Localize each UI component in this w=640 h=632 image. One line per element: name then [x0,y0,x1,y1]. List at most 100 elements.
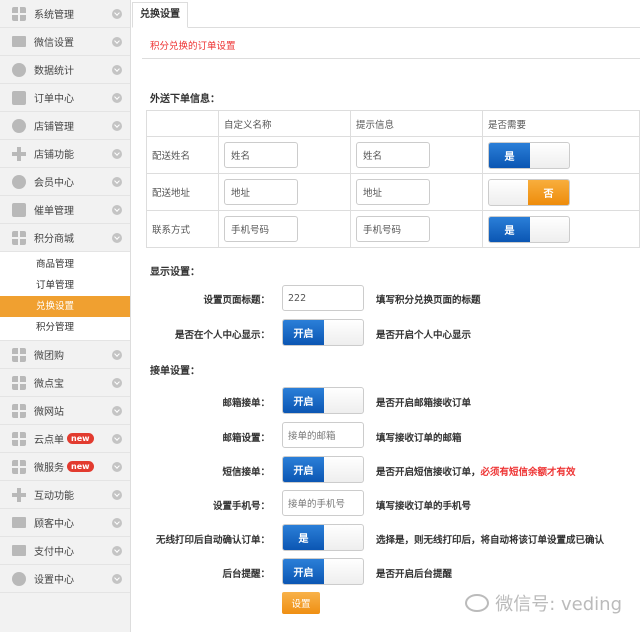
sidebar-item-cloud-order[interactable]: 云点单 new [0,425,130,453]
hint-input[interactable]: 姓名 [356,142,430,168]
toggle-on-label: 是 [283,525,324,550]
chevron-down-icon [112,490,122,500]
table-header: 是否需要 [482,110,640,137]
row-label: 配送姓名 [146,136,219,174]
sidebar-item-shop-functions[interactable]: 店铺功能 [0,140,130,168]
grid-icon [12,6,26,21]
email-order-toggle[interactable]: 开启 [282,387,364,414]
divider [142,58,640,59]
chevron-down-icon [112,406,122,416]
submenu-item-exchange-settings[interactable]: 兑换设置 [0,296,130,317]
toggle-on-label: 是 [489,216,530,242]
page-subtitle: 积分兑换的订单设置 [150,41,236,52]
toggle-on-label: 开启 [283,559,324,584]
wireless-print-label: 无线打印后自动确认订单： [155,535,270,546]
grid-icon [12,375,26,390]
row-label: 联系方式 [146,210,219,248]
show-in-center-help: 是否开启个人中心显示 [376,330,472,341]
grid-icon [12,459,26,474]
sidebar-item-dianbao[interactable]: 微点宝 [0,369,130,397]
table-row: 配送地址 地址 地址 否 [146,173,640,211]
chevron-down-icon [112,378,122,388]
sidebar-item-website[interactable]: 微网站 [0,397,130,425]
sidebar-item-customers[interactable]: 顾客中心 [0,509,130,537]
sidebar-item-settings[interactable]: 设置中心 [0,565,130,593]
show-in-center-toggle[interactable]: 开启 [282,319,364,346]
backend-reminder-toggle[interactable]: 开启 [282,558,364,585]
chevron-down-icon [112,462,122,472]
plus-icon [12,146,26,161]
table-cell: 是 [482,210,640,248]
save-button[interactable]: 设置 [282,592,320,614]
sidebar-item-orders[interactable]: 订单中心 [0,84,130,112]
sidebar-item-wechat[interactable]: 微信设置 [0,28,130,56]
new-badge: new [67,433,94,444]
sms-order-help-text: 是否开启短信接收订单， [376,467,481,478]
chevron-down-icon [112,9,122,19]
wireless-print-toggle[interactable]: 是 [282,524,364,551]
required-toggle[interactable]: 是 [488,215,570,243]
sidebar-item-members[interactable]: 会员中心 [0,168,130,196]
name-input[interactable]: 姓名 [224,142,298,168]
sms-order-warning: 必须有短信余额才有效 [480,467,576,478]
sidebar-item-group-buy[interactable]: 微团购 [0,341,130,369]
toggle-on-label: 开启 [283,320,324,345]
chevron-down-icon [112,149,122,159]
sms-order-help: 是否开启短信接收订单，必须有短信余额才有效 [376,464,576,478]
email-setting-input[interactable]: 接单的邮箱 [282,422,364,448]
mail-icon [12,36,26,47]
watermark-text: 微信号: veding [495,594,622,615]
table-row: 配送姓名 姓名 姓名 是 [146,136,640,174]
table-cell: 姓名 [350,136,483,174]
page-title-input[interactable]: 222 [282,285,364,311]
sidebar-item-system[interactable]: 系统管理 [0,0,130,28]
grid-icon [12,431,26,446]
sidebar-item-stats[interactable]: 数据统计 [0,56,130,84]
sidebar-item-micro-service[interactable]: 微服务 new [0,453,130,481]
table-cell: 否 [482,173,640,211]
sidebar-item-interactive[interactable]: 互动功能 [0,481,130,509]
sidebar-item-reminders[interactable]: 催单管理 [0,196,130,224]
name-input[interactable]: 地址 [224,179,298,205]
clock-icon [12,118,26,133]
inbox-icon [12,517,26,528]
printer-icon [12,202,26,217]
phone-help: 填写接收订单的手机号 [376,501,472,512]
submenu-item-points[interactable]: 积分管理 [0,317,130,338]
table-cell: 是 [482,136,640,174]
section-title-display: 显示设置： [150,267,200,278]
phone-label: 设置手机号： [212,501,270,512]
table-row: 联系方式 手机号码 手机号码 是 [146,210,640,248]
required-toggle[interactable]: 是 [488,141,570,169]
email-order-label: 邮箱接单： [222,398,270,409]
sidebar-item-payment[interactable]: 支付中心 [0,537,130,565]
required-toggle[interactable]: 否 [488,178,570,206]
grid-icon [12,347,26,362]
chevron-down-icon [112,350,122,360]
email-setting-help: 填写接收订单的邮箱 [376,433,462,444]
sidebar-item-shop[interactable]: 店铺管理 [0,112,130,140]
name-input[interactable]: 手机号码 [224,216,298,242]
tab-exchange-settings[interactable]: 兑换设置 [132,2,188,28]
chevron-down-icon [112,93,122,103]
toggle-on-label: 是 [489,142,530,168]
cart-icon [12,90,26,105]
chevron-down-icon [112,518,122,528]
show-in-center-label: 是否在个人中心显示： [174,330,270,341]
chevron-down-icon [112,37,122,47]
submenu-item-products[interactable]: 商品管理 [0,254,130,275]
table-cell: 地址 [218,173,351,211]
submenu-item-orders[interactable]: 订单管理 [0,275,130,296]
phone-input[interactable]: 接单的手机号 [282,490,364,516]
chevron-down-icon [112,65,122,75]
sidebar-item-points-mall[interactable]: 积分商城 [0,224,130,252]
sms-order-toggle[interactable]: 开启 [282,456,364,483]
hint-input[interactable]: 手机号码 [356,216,430,242]
toggle-off-label: 否 [528,179,569,205]
chevron-down-icon [112,546,122,556]
user-icon [12,174,26,189]
table-header-row: 自定义名称 提示信息 是否需要 [146,110,640,137]
toggle-on-label: 开启 [283,388,324,413]
hint-input[interactable]: 地址 [356,179,430,205]
grid-icon [12,403,26,418]
